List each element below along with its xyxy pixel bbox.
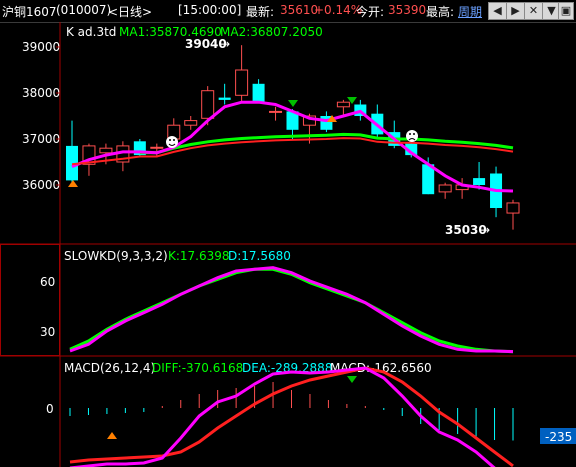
- cycle-link[interactable]: 周期: [458, 3, 482, 20]
- time-label: [15:00:00]: [178, 3, 242, 17]
- symbol-name[interactable]: 沪铜1607: [2, 3, 57, 20]
- candle-body: [218, 97, 231, 100]
- sad-face-icon: [406, 130, 418, 142]
- high-label: 最高:: [426, 5, 455, 19]
- buy-signal-icon: [68, 180, 78, 187]
- open-label: 今开:: [356, 5, 385, 19]
- candle: [218, 83, 231, 105]
- candle-body: [184, 120, 198, 126]
- ma2-line: [139, 132, 514, 155]
- open-value: 35390: [388, 3, 427, 17]
- kline-chart: K ad.3td MA1:35870.4690 MA2:36807.2050 3…: [0, 22, 576, 467]
- title-bar: 沪铜1607 (010007) <日线> [15:00:00] 最新: 3561…: [0, 0, 576, 23]
- y-tick-38000: 38000: [22, 86, 60, 100]
- period-label[interactable]: <日线>: [108, 3, 152, 20]
- candle: [506, 199, 520, 230]
- candle-body: [150, 146, 164, 149]
- y-tick-37000: 37000: [22, 132, 60, 146]
- candle: [133, 139, 146, 158]
- candle-body: [201, 90, 215, 119]
- close-button[interactable]: ✕: [524, 2, 543, 20]
- prev-button[interactable]: ◀: [488, 2, 507, 20]
- candle: [438, 182, 452, 199]
- candle: [269, 106, 283, 121]
- candle-body: [473, 178, 486, 185]
- candle: [235, 45, 249, 103]
- kd-title: SLOWKD(9,3,3,2): [64, 249, 168, 263]
- candle: [252, 79, 265, 103]
- kd-y-tick-60: 60: [40, 275, 55, 289]
- sell-signal-icon: [347, 376, 357, 383]
- candle-body: [269, 110, 283, 113]
- axis-frames: [0, 22, 576, 467]
- latest-label: 最新:: [246, 5, 275, 19]
- macd-y-tick-0: 0: [46, 402, 54, 416]
- macd-dea-line: [69, 366, 514, 467]
- candle-body: [252, 83, 265, 103]
- low-arrow-icon: →: [480, 223, 490, 237]
- y-tick-39000: 39000: [22, 40, 60, 54]
- candle: [184, 116, 198, 130]
- candle-body: [506, 202, 520, 214]
- kd-k-line: [69, 266, 514, 354]
- kd-d-line: [69, 267, 514, 354]
- kd-y-tick-30: 30: [40, 325, 55, 339]
- candle: [66, 120, 78, 185]
- smiley-face-icon: [166, 136, 178, 148]
- candle-body: [336, 101, 350, 108]
- candle-body: [438, 184, 452, 193]
- change-percent: +0.14%: [314, 3, 363, 17]
- current-value-badge-text: -235: [545, 430, 572, 444]
- macd-histogram: [69, 382, 514, 441]
- high-arrow-icon: →: [220, 37, 230, 51]
- buy-signal-icon: [107, 432, 117, 439]
- macd-diff-value: DIFF:-370.6168: [152, 361, 243, 375]
- latest-value: 35610: [280, 3, 319, 17]
- kd-k-value: K:17.6398: [168, 249, 230, 263]
- ma2-legend: MA2:36807.2050: [220, 25, 323, 39]
- main-legend-k: K ad.3td: [66, 25, 116, 39]
- candle-body: [235, 69, 249, 96]
- symbol-code: (010007): [56, 3, 112, 17]
- macd-title: MACD(26,12,4): [64, 361, 155, 375]
- next-button[interactable]: ▶: [506, 2, 525, 20]
- sell-signal-icon: [288, 100, 298, 107]
- y-tick-36000: 36000: [22, 178, 60, 192]
- candle-body: [99, 147, 113, 154]
- main-y-ticks: 39000 38000 37000 36000: [22, 40, 60, 192]
- kd-d-value: D:17.5680: [228, 249, 291, 263]
- candle: [116, 141, 130, 172]
- layout-button[interactable]: ▣: [558, 2, 574, 20]
